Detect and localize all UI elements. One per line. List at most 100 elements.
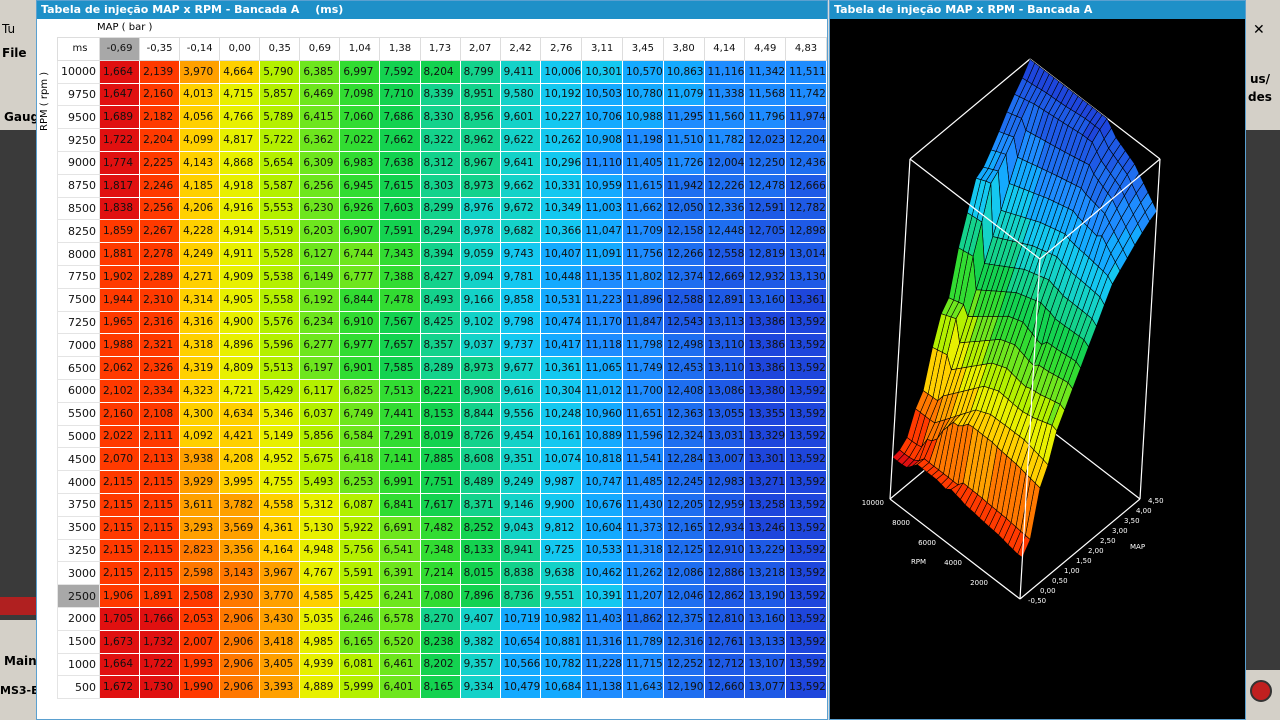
- table-cell[interactable]: 9,580: [499, 82, 542, 107]
- table-cell[interactable]: 12,959: [703, 492, 746, 517]
- table-cell[interactable]: 1,944: [98, 287, 141, 312]
- close-icon[interactable]: ✕: [1253, 22, 1273, 38]
- table-cell[interactable]: 2,115: [139, 515, 181, 540]
- table-cell[interactable]: 10,248: [540, 401, 583, 426]
- table-cell[interactable]: 2,225: [139, 150, 181, 175]
- table-cell[interactable]: 2,115: [98, 470, 141, 494]
- table-cell[interactable]: 1,988: [98, 333, 141, 358]
- table-cell[interactable]: 10,474: [540, 310, 583, 335]
- tab-main[interactable]: Main: [4, 654, 36, 668]
- table-cell[interactable]: 9,900: [540, 492, 583, 517]
- table-cell[interactable]: 13,592: [785, 652, 827, 677]
- table-cell[interactable]: 3,293: [179, 515, 221, 540]
- table-cell[interactable]: 8,726: [459, 424, 501, 449]
- table-cell[interactable]: 10,747: [581, 470, 623, 494]
- table-cell[interactable]: 9,798: [499, 310, 542, 335]
- table-cell[interactable]: 10,006: [540, 59, 583, 84]
- table-cell[interactable]: 8,294: [419, 219, 461, 244]
- rpm-header-cell[interactable]: 1500: [57, 629, 100, 654]
- table-cell[interactable]: 8,303: [419, 173, 461, 198]
- table-cell[interactable]: 7,022: [339, 128, 381, 152]
- table-cell[interactable]: 6,749: [339, 401, 381, 426]
- fuel-table-grid[interactable]: ms -0,69 -0,35 -0,14 0,00 0,35 0,69 1,04 1,38 1,7…: [57, 37, 827, 700]
- table-cell[interactable]: 5,425: [339, 584, 381, 608]
- table-cell[interactable]: 4,916: [219, 196, 261, 221]
- table-cell[interactable]: 13,246: [744, 515, 787, 540]
- map-header-cell[interactable]: 2,42: [499, 37, 542, 61]
- table-cell[interactable]: 5,346: [259, 401, 301, 426]
- table-cell[interactable]: 4,323: [179, 378, 221, 403]
- table-cell[interactable]: 4,208: [219, 447, 261, 472]
- table-cell[interactable]: 9,682: [499, 219, 542, 244]
- table-cell[interactable]: 9,858: [499, 287, 542, 312]
- table-cell[interactable]: 11,295: [662, 105, 705, 130]
- map-header-cell[interactable]: 0,00: [219, 37, 261, 61]
- rpm-header-cell[interactable]: 3500: [57, 515, 100, 540]
- map-header-cell[interactable]: 0,35: [259, 37, 301, 61]
- table-cell[interactable]: 10,604: [581, 515, 623, 540]
- table-cell[interactable]: 8,238: [419, 629, 461, 654]
- table-cell[interactable]: 11,662: [621, 196, 664, 221]
- table-cell[interactable]: 8,133: [459, 538, 501, 563]
- table-cell[interactable]: 1,732: [139, 629, 181, 654]
- table-cell[interactable]: 7,638: [379, 150, 421, 175]
- table-cell[interactable]: 7,343: [379, 242, 421, 266]
- table-cell[interactable]: 11,403: [581, 606, 623, 631]
- table-cell[interactable]: 2,334: [139, 378, 181, 403]
- map-header-cell[interactable]: 3,45: [621, 37, 664, 61]
- table-cell[interactable]: 11,118: [581, 333, 623, 358]
- table-cell[interactable]: 5,654: [259, 150, 301, 175]
- table-cell[interactable]: 1,906: [98, 584, 141, 608]
- table-cell[interactable]: 6,256: [299, 173, 341, 198]
- table-cell[interactable]: 4,909: [219, 264, 261, 289]
- table-cell[interactable]: 12,666: [785, 173, 827, 198]
- table-cell[interactable]: 2,906: [219, 652, 261, 677]
- table-cell[interactable]: 6,901: [339, 356, 381, 380]
- map-header-cell[interactable]: 4,83: [785, 37, 827, 61]
- table-cell[interactable]: 10,503: [581, 82, 623, 107]
- table-cell[interactable]: 11,170: [581, 310, 623, 335]
- table-cell[interactable]: 5,789: [259, 105, 301, 130]
- table-cell[interactable]: 5,130: [299, 515, 341, 540]
- table-cell[interactable]: 11,615: [621, 173, 664, 198]
- table-cell[interactable]: 10,391: [581, 584, 623, 608]
- table-cell[interactable]: 10,684: [540, 675, 583, 700]
- table-cell[interactable]: 13,592: [785, 333, 827, 358]
- table-cell[interactable]: 13,271: [744, 470, 787, 494]
- rpm-header-cell[interactable]: 500: [57, 675, 100, 700]
- table-cell[interactable]: 11,974: [785, 105, 827, 130]
- table-cell[interactable]: 13,592: [785, 470, 827, 494]
- table-cell[interactable]: 12,983: [703, 470, 746, 494]
- table-cell[interactable]: 12,761: [703, 629, 746, 654]
- table-cell[interactable]: 2,115: [139, 492, 181, 517]
- table-cell[interactable]: 10,448: [540, 264, 583, 289]
- table-cell[interactable]: 10,304: [540, 378, 583, 403]
- table-cell[interactable]: 6,541: [379, 538, 421, 563]
- table-cell[interactable]: 2,053: [179, 606, 221, 631]
- table-cell[interactable]: 6,997: [339, 59, 381, 84]
- table-cell[interactable]: 7,214: [419, 561, 461, 586]
- table-cell[interactable]: 8,799: [459, 59, 501, 84]
- table-cell[interactable]: 5,519: [259, 219, 301, 244]
- table-cell[interactable]: 11,138: [581, 675, 623, 700]
- table-cell[interactable]: 1,859: [98, 219, 141, 244]
- table-cell[interactable]: 9,094: [459, 264, 501, 289]
- table-cell[interactable]: 7,441: [379, 401, 421, 426]
- table-cell[interactable]: 9,102: [459, 310, 501, 335]
- table-cell[interactable]: 4,319: [179, 356, 221, 380]
- table-cell[interactable]: 1,647: [98, 82, 141, 107]
- table-cell[interactable]: 6,691: [379, 515, 421, 540]
- table-cell[interactable]: 4,314: [179, 287, 221, 312]
- table-cell[interactable]: 5,553: [259, 196, 301, 221]
- table-cell[interactable]: 12,591: [744, 196, 787, 221]
- table-cell[interactable]: 8,252: [459, 515, 501, 540]
- table-cell[interactable]: 12,316: [662, 629, 705, 654]
- table-cell[interactable]: 3,405: [259, 652, 301, 677]
- table-cell[interactable]: 11,862: [621, 606, 664, 631]
- table-cell[interactable]: 3,418: [259, 629, 301, 654]
- table-cell[interactable]: 3,995: [219, 470, 261, 494]
- rpm-header-cell[interactable]: 1000: [57, 652, 100, 677]
- table-cell[interactable]: 4,092: [179, 424, 221, 449]
- table-cell[interactable]: 10,161: [540, 424, 583, 449]
- table-cell[interactable]: 4,767: [299, 561, 341, 586]
